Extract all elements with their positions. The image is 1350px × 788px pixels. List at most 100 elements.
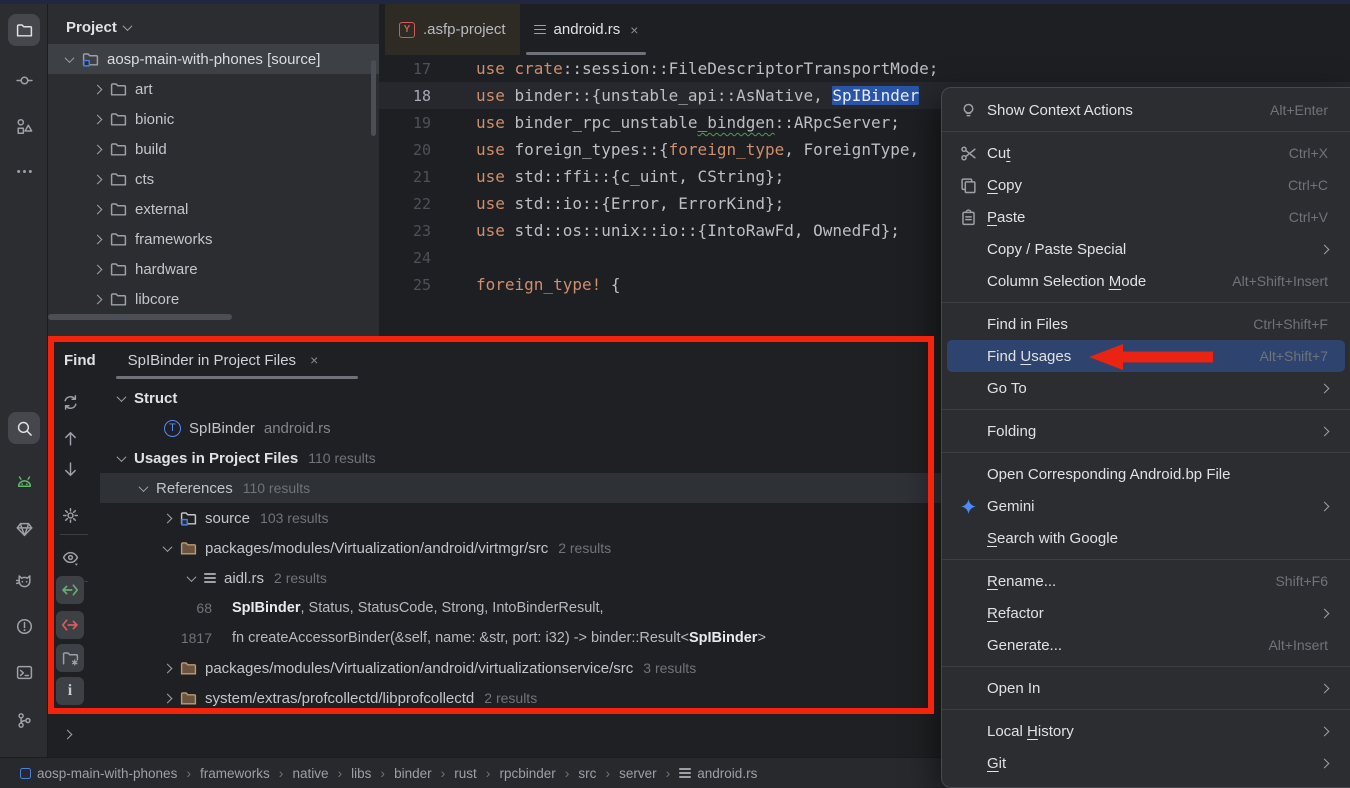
breadcrumb-item-binder[interactable]: binder	[394, 766, 432, 781]
breadcrumb-label: native	[292, 766, 328, 781]
result-count: 2 results	[558, 540, 611, 556]
chevron-right-icon[interactable]	[93, 264, 103, 274]
chevron-right-icon[interactable]	[93, 114, 103, 124]
breadcrumb-label: frameworks	[200, 766, 270, 781]
menu-item-search-with-google[interactable]: Search with Google	[942, 522, 1350, 554]
project-tree-row-build[interactable]: build	[48, 134, 379, 164]
result-count: 110 results	[308, 450, 375, 466]
menu-separator	[942, 409, 1350, 410]
menu-item-cut[interactable]: CutCtrl+X	[942, 137, 1350, 169]
menu-item-gemini[interactable]: Gemini	[942, 490, 1350, 522]
project-tree-root-row[interactable]: aosp-main-with-phones [source]	[48, 44, 379, 74]
chevron-down-icon[interactable]	[187, 572, 197, 582]
menu-item-copy[interactable]: CopyCtrl+C	[942, 169, 1350, 201]
project-tree-row-hardware[interactable]: hardware	[48, 254, 379, 284]
chevron-down-icon[interactable]	[117, 392, 127, 402]
line-number: 18	[379, 87, 431, 105]
submenu-arrow-icon	[1320, 426, 1330, 436]
close-icon[interactable]: ×	[630, 22, 638, 38]
breadcrumb-item-rust[interactable]: rust	[454, 766, 477, 781]
structure-tool-button[interactable]	[8, 110, 40, 142]
editor-tab-asfp-project[interactable]: Y.asfp-project	[385, 4, 520, 55]
navigate-from-source-button[interactable]	[56, 576, 84, 604]
terminal-tool-button[interactable]	[8, 656, 40, 688]
menu-item-paste[interactable]: PasteCtrl+V	[942, 201, 1350, 233]
chevron-right-icon[interactable]	[163, 513, 173, 523]
menu-item-go-to[interactable]: Go To	[942, 372, 1350, 404]
menu-item-label: Local History	[987, 723, 1321, 740]
menu-item-refactor[interactable]: Refactor	[942, 597, 1350, 629]
previous-occurrence-button[interactable]	[56, 424, 84, 452]
breadcrumb-item-android-rs[interactable]: android.rs	[679, 766, 757, 781]
preview-button[interactable]	[56, 543, 84, 571]
project-panel-header[interactable]: Project	[48, 4, 379, 44]
chevron-right-icon[interactable]	[93, 294, 103, 304]
breadcrumb-item-libs[interactable]: libs	[351, 766, 371, 781]
breadcrumb-item-src[interactable]: src	[578, 766, 596, 781]
menu-item-git[interactable]: Git	[942, 747, 1350, 779]
android-tool-button[interactable]	[8, 466, 40, 498]
menu-shortcut: Alt+Shift+7	[1260, 348, 1329, 364]
chevron-down-icon[interactable]	[163, 542, 173, 552]
breadcrumb-separator: ›	[666, 765, 671, 781]
search-tool-button[interactable]	[8, 412, 40, 444]
commit-tool-button[interactable]	[8, 64, 40, 96]
chevron-right-icon[interactable]	[93, 234, 103, 244]
project-tool-button[interactable]	[8, 14, 40, 46]
project-tree-row-bionic[interactable]: bionic	[48, 104, 379, 134]
horizontal-scrollbar[interactable]	[48, 314, 232, 320]
breadcrumb-item-frameworks[interactable]: frameworks	[200, 766, 270, 781]
breadcrumb-item-aosp-main-with-phones[interactable]: aosp-main-with-phones	[20, 766, 177, 781]
chevron-down-icon[interactable]	[139, 482, 149, 492]
find-results-tab[interactable]: SpIBinder in Project Files ×	[128, 352, 319, 369]
code-line-17[interactable]: 17use crate::session::FileDescriptorTran…	[379, 55, 1350, 82]
project-tree-row-frameworks[interactable]: frameworks	[48, 224, 379, 254]
breadcrumb-item-rpcbinder[interactable]: rpcbinder	[499, 766, 555, 781]
chevron-down-icon[interactable]	[117, 452, 127, 462]
project-tree-row-art[interactable]: art	[48, 74, 379, 104]
menu-item-open-corresponding-android-bp-file[interactable]: Open Corresponding Android.bp File	[942, 458, 1350, 490]
project-tree-row-libcore[interactable]: libcore	[48, 284, 379, 314]
menu-item-label: Rename...	[987, 573, 1275, 590]
menu-item-open-in[interactable]: Open In	[942, 672, 1350, 704]
chevron-right-icon[interactable]	[93, 204, 103, 214]
breadcrumb-item-server[interactable]: server	[619, 766, 657, 781]
version-control-tool-button[interactable]	[8, 704, 40, 736]
menu-item-folding[interactable]: Folding	[942, 415, 1350, 447]
project-tree-row-external[interactable]: external	[48, 194, 379, 224]
chevron-right-icon[interactable]	[163, 693, 173, 703]
settings-button[interactable]	[56, 501, 84, 529]
project-tree-row-cts[interactable]: cts	[48, 164, 379, 194]
chevron-down-icon[interactable]	[65, 53, 75, 63]
resource-manager-tool-button[interactable]	[8, 513, 40, 545]
chevron-right-icon[interactable]	[93, 144, 103, 154]
menu-item-rename[interactable]: Rename...Shift+F6	[942, 565, 1350, 597]
logcat-tool-button[interactable]	[8, 565, 40, 597]
editor-tab-android-rs[interactable]: android.rs×	[520, 4, 653, 55]
next-occurrence-button[interactable]	[56, 455, 84, 483]
navigate-to-source-button[interactable]	[56, 611, 84, 639]
info-icon: i	[68, 682, 72, 700]
group-by-button[interactable]	[56, 644, 84, 672]
menu-item-find-usages[interactable]: Find UsagesAlt+Shift+7	[947, 340, 1345, 372]
chevron-right-icon[interactable]	[163, 663, 173, 673]
problems-tool-button[interactable]	[8, 610, 40, 642]
structure-icon	[16, 118, 33, 135]
chevron-right-icon[interactable]	[93, 84, 103, 94]
menu-item-show-context-actions[interactable]: Show Context ActionsAlt+Enter	[942, 94, 1350, 126]
breadcrumb-item-native[interactable]: native	[292, 766, 328, 781]
menu-item-generate[interactable]: Generate...Alt+Insert	[942, 629, 1350, 661]
vertical-scrollbar[interactable]	[371, 60, 376, 136]
more-tool-button[interactable]	[8, 155, 40, 187]
menu-item-local-history[interactable]: Local History	[942, 715, 1350, 747]
menu-item-copy-paste-special[interactable]: Copy / Paste Special	[942, 233, 1350, 265]
menu-item-column-selection-mode[interactable]: Column Selection ModeAlt+Shift+Insert	[942, 265, 1350, 297]
submenu-arrow-icon	[1320, 758, 1330, 768]
rerun-button[interactable]	[56, 388, 84, 416]
result-count: 110 results	[243, 480, 310, 496]
show-info-button[interactable]: i	[56, 677, 84, 705]
chevron-right-icon[interactable]	[93, 174, 103, 184]
close-icon[interactable]: ×	[310, 352, 318, 368]
menu-item-label: Cut	[987, 145, 1289, 162]
menu-item-find-in-files[interactable]: Find in FilesCtrl+Shift+F	[942, 308, 1350, 340]
